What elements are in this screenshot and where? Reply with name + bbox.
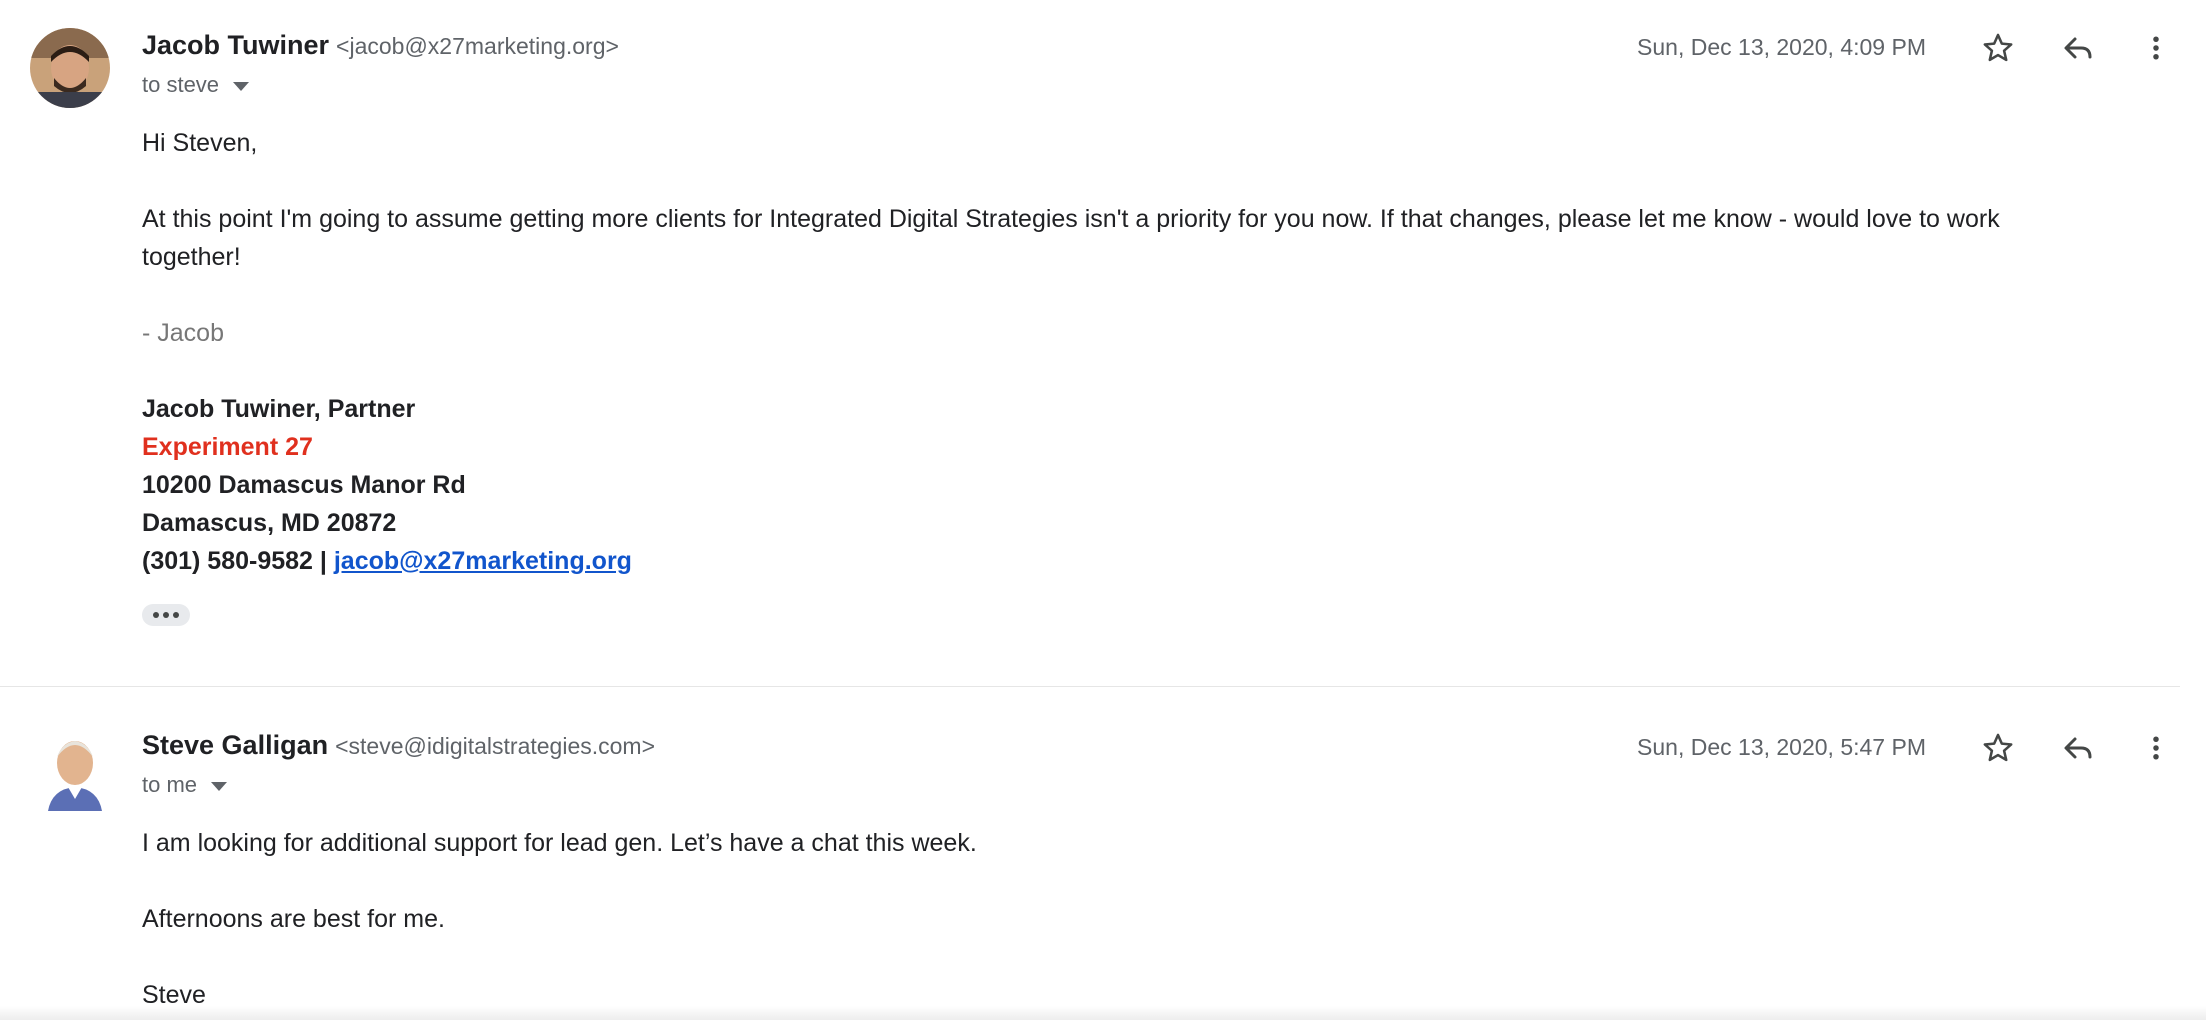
avatar[interactable] xyxy=(30,28,110,108)
star-icon xyxy=(1983,733,2013,762)
reply-button[interactable] xyxy=(2056,726,2100,770)
chevron-down-icon xyxy=(233,82,250,91)
dot xyxy=(153,612,159,618)
reply-button[interactable] xyxy=(2056,26,2100,70)
recipient-label: to me xyxy=(142,772,198,797)
signature-address-line2: Damascus, MD 20872 xyxy=(142,509,397,537)
avatar[interactable] xyxy=(44,729,106,811)
message-date: Sun, Dec 13, 2020, 4:09 PM xyxy=(1637,34,1926,60)
sender-info: Steve Galligan <steve@idigitalstrategies… xyxy=(142,730,655,761)
signature-name: Jacob Tuwiner, Partner xyxy=(142,395,416,423)
more-options-button[interactable] xyxy=(2134,726,2178,770)
scroll-fade xyxy=(0,1006,2206,1020)
more-options-button[interactable] xyxy=(2134,26,2178,70)
signature-email-link[interactable]: jacob@x27marketing.org xyxy=(334,547,632,575)
message-body: Hi Steven, At this point I'm going to as… xyxy=(142,124,2102,580)
star-button[interactable] xyxy=(1976,26,2020,70)
dot xyxy=(173,612,179,618)
body-line: I am looking for additional support for … xyxy=(142,829,977,857)
message-body: I am looking for additional support for … xyxy=(142,824,2102,1014)
message-date: Sun, Dec 13, 2020, 5:47 PM xyxy=(1637,734,1926,760)
signature-company: Experiment 27 xyxy=(142,433,313,461)
email-thread: Jacob Tuwiner <jacob@x27marketing.org> t… xyxy=(0,0,2206,1020)
signature-phone: (301) 580-9582 | xyxy=(142,547,334,575)
signature-contact: (301) 580-9582 | jacob@x27marketing.org xyxy=(142,542,2102,580)
recipient-dropdown[interactable]: to me xyxy=(142,772,228,798)
reply-icon xyxy=(2064,37,2092,59)
more-vert-icon xyxy=(2153,36,2159,60)
sender-email: <steve@idigitalstrategies.com> xyxy=(335,733,656,759)
chevron-down-icon xyxy=(211,782,228,791)
reply-icon xyxy=(2064,737,2092,759)
star-icon xyxy=(1983,33,2013,62)
more-vert-icon xyxy=(2153,736,2159,760)
recipient-label: to steve xyxy=(142,72,220,97)
greeting: Hi Steven, xyxy=(142,129,258,157)
star-button[interactable] xyxy=(1976,726,2020,770)
signature-address-line1: 10200 Damascus Manor Rd xyxy=(142,471,466,499)
sender-email: <jacob@x27marketing.org> xyxy=(336,33,619,59)
show-trimmed-content-button[interactable] xyxy=(142,604,190,626)
sender-info: Jacob Tuwiner <jacob@x27marketing.org> xyxy=(142,30,619,61)
body-line: Afternoons are best for me. xyxy=(142,905,445,933)
dot xyxy=(163,612,169,618)
message-steve: Steve Galligan <steve@idigitalstrategies… xyxy=(0,687,2180,1020)
body-paragraph: At this point I'm going to assume gettin… xyxy=(142,205,2000,271)
sender-name: Jacob Tuwiner xyxy=(142,30,330,60)
message-jacob: Jacob Tuwiner <jacob@x27marketing.org> t… xyxy=(0,0,2180,687)
sender-name: Steve Galligan xyxy=(142,730,329,760)
recipient-dropdown[interactable]: to steve xyxy=(142,72,250,98)
signoff: - Jacob xyxy=(142,319,224,347)
